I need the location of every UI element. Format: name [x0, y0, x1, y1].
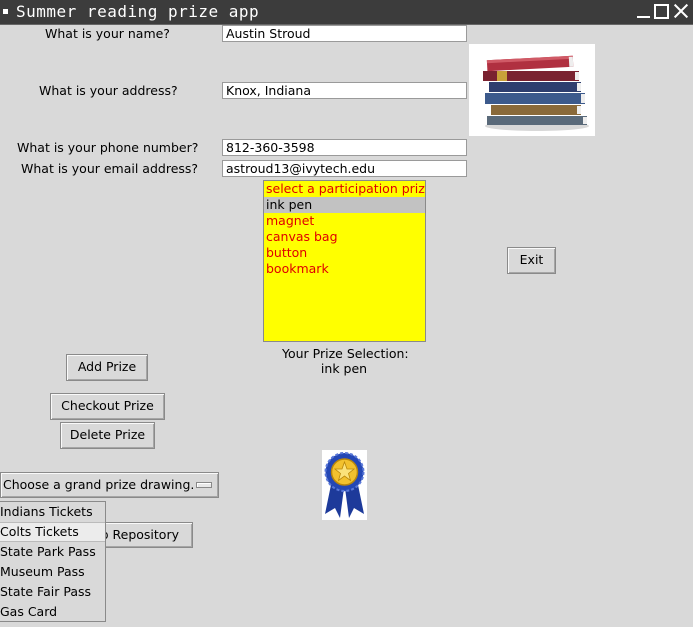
minimize-icon[interactable]	[636, 4, 651, 19]
grand-prize-option[interactable]: Indians Tickets	[0, 502, 105, 522]
participation-prize-list[interactable]: select a participation prize ink pen magne…	[263, 180, 426, 342]
close-icon[interactable]	[673, 4, 688, 19]
grand-prize-option[interactable]: Museum Pass	[0, 562, 105, 582]
prize-list-item[interactable]: bookmark	[264, 261, 425, 277]
checkout-prize-button[interactable]: Checkout Prize	[50, 393, 165, 420]
prize-list-item[interactable]: magnet	[264, 213, 425, 229]
add-prize-button[interactable]: Add Prize	[66, 354, 148, 381]
exit-button[interactable]: Exit	[507, 247, 556, 274]
address-label: What is your address?	[39, 83, 178, 98]
books-image	[469, 44, 595, 136]
window-title: Summer reading prize app	[16, 2, 260, 21]
prize-list-item[interactable]: ink pen	[264, 197, 425, 213]
prize-selection-caption: Your Prize Selection:	[282, 346, 409, 361]
grand-prize-option[interactable]: State Fair Pass	[0, 582, 105, 602]
title-bar: Summer reading prize app	[0, 0, 693, 25]
grand-prize-dropdown[interactable]: Indians Tickets Colts Tickets State Park P…	[0, 501, 106, 622]
name-field[interactable]: Austin Stroud	[222, 25, 467, 42]
award-ribbon-icon	[322, 450, 367, 520]
prize-list-item[interactable]: canvas bag	[264, 229, 425, 245]
grand-prize-selected: Choose a grand prize drawing.	[3, 477, 195, 492]
grand-prize-option[interactable]: Gas Card	[0, 602, 105, 622]
address-field[interactable]: Knox, Indiana	[222, 82, 467, 99]
grand-prize-option[interactable]: State Park Pass	[0, 542, 105, 562]
grand-prize-option[interactable]: Colts Tickets	[0, 522, 105, 542]
email-field[interactable]: astroud13@ivytech.edu	[222, 160, 467, 177]
name-label: What is your name?	[45, 26, 170, 41]
delete-prize-button[interactable]: Delete Prize	[60, 422, 155, 449]
grand-prize-option-menu[interactable]: Choose a grand prize drawing.	[0, 472, 219, 498]
prize-list-item[interactable]: select a participation prize	[264, 181, 425, 197]
phone-field[interactable]: 812-360-3598	[222, 139, 467, 156]
option-menu-indicator-icon	[196, 482, 212, 488]
email-label: What is your email address?	[21, 161, 199, 176]
prize-list-item[interactable]: button	[264, 245, 425, 261]
window-menu-icon[interactable]	[3, 9, 8, 14]
maximize-icon[interactable]	[654, 4, 669, 19]
phone-label: What is your phone number?	[17, 140, 199, 155]
prize-selection-value: ink pen	[320, 361, 368, 376]
